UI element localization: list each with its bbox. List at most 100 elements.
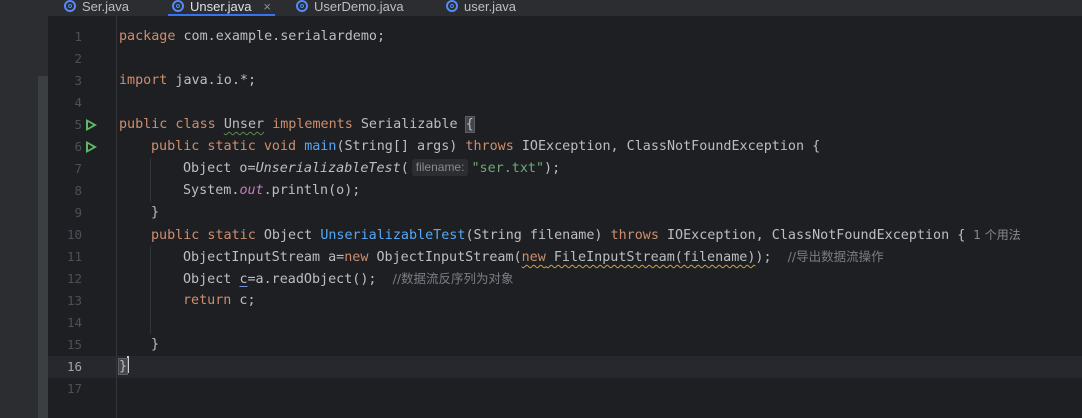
tab-label: user.java [464, 0, 517, 14]
code-token: Object [183, 272, 240, 287]
run-icon[interactable] [86, 141, 97, 153]
code-token: ObjectInputStream( [368, 250, 522, 265]
code-token: IOException, ClassNotFoundException { [521, 139, 821, 154]
code-token: throws [465, 139, 514, 154]
line-number: 17 [66, 381, 82, 396]
code-token: Object o= [183, 161, 256, 176]
editor-tab-bar: Ser.java Unser.java × UserDemo.java user… [48, 0, 1082, 16]
code-token: package [119, 29, 176, 44]
tab-ser-java[interactable]: Ser.java [64, 0, 129, 16]
parameter-hint: filename: [411, 159, 469, 176]
indent-guide [150, 158, 151, 202]
code-token: public class [119, 117, 216, 132]
close-icon[interactable]: × [263, 0, 271, 14]
run-icon[interactable] [86, 119, 97, 131]
code-line-3: import java.io.*; [119, 70, 256, 92]
code-token: throws [610, 228, 659, 243]
line-number: 7 [74, 161, 82, 176]
code-token: (String[] args) [336, 139, 458, 154]
code-line-7: Object o=UnserializableTest(filename: "se… [183, 158, 560, 180]
code-token: main [304, 139, 337, 154]
code-line-15: } [151, 334, 159, 356]
indent-guide [150, 246, 151, 334]
code-token: } [151, 205, 160, 220]
code-line-10: public static Object UnserializableTest(… [151, 224, 1021, 247]
code-token: ); [544, 161, 561, 176]
java-class-icon [296, 0, 308, 12]
code-token: FileInputStream(filename) [545, 250, 756, 265]
code-token: .println(o); [263, 183, 361, 198]
tab-label: Ser.java [82, 0, 129, 14]
line-number: 13 [66, 293, 82, 308]
code-token: (String filename) [465, 228, 603, 243]
line-number: 15 [66, 337, 82, 352]
tab-unser-java[interactable]: Unser.java × [168, 0, 276, 16]
code-token: ); [755, 250, 772, 265]
code-token: System. [183, 183, 240, 198]
code-token: UnserializableTest [320, 228, 466, 243]
code-token: IOException, ClassNotFoundException { [667, 228, 966, 243]
line-number: 2 [74, 51, 82, 66]
line-number: 3 [74, 73, 82, 88]
code-line-11: ObjectInputStream a=new ObjectInputStrea… [183, 246, 884, 269]
code-token: "ser.txt" [471, 161, 545, 176]
code-token: //导出数据流操作 [787, 249, 884, 264]
line-number: 4 [74, 95, 82, 110]
code-line-5: public class Unser implements Serializab… [119, 114, 475, 136]
code-line-13: return c; [183, 290, 256, 312]
text-cursor [127, 356, 130, 373]
scrollbar[interactable] [38, 76, 48, 418]
code-token: c; [231, 293, 256, 308]
code-token: public static void [151, 139, 297, 154]
code-line-8: System.out.println(o); [183, 180, 360, 202]
line-number: 6 [74, 139, 82, 154]
usages-hint[interactable]: 1 个用法 [973, 228, 1020, 242]
code-token: new FileInputStream(filename) [522, 250, 756, 265]
code-line-16: } [117, 356, 130, 378]
tab-userdemo-java[interactable]: UserDemo.java [296, 0, 404, 16]
code-line-12: Object c=a.readObject(); //数据流反序列为对象 [183, 268, 514, 291]
tab-label: Unser.java [190, 0, 252, 14]
tab-label: UserDemo.java [314, 0, 404, 14]
code-token: new [344, 250, 369, 265]
code-token: new [521, 250, 546, 265]
code-token: implements [272, 117, 353, 132]
code-line-1: package com.example.serialardemo; [119, 26, 385, 48]
current-line-highlight [48, 356, 1082, 378]
line-number: 16 [66, 359, 82, 374]
code-token: Object [255, 228, 321, 243]
gutter-divider [116, 16, 117, 418]
line-number: 14 [66, 315, 82, 330]
line-number: 8 [74, 183, 82, 198]
line-number: 12 [66, 271, 82, 286]
code-token: public static [151, 228, 256, 243]
code-token: out [239, 183, 264, 198]
code-line-9: } [151, 202, 159, 224]
code-token: import [119, 73, 168, 88]
tab-user-java[interactable]: user.java [446, 0, 516, 16]
code-token: Unser [223, 117, 265, 132]
code-token: c [239, 272, 248, 287]
code-line-6: public static void main(String[] args) t… [151, 136, 820, 158]
matched-brace: } [117, 358, 129, 375]
line-number: 5 [74, 117, 82, 132]
code-token: Serializable [360, 117, 458, 132]
code-token: ( [400, 161, 409, 176]
code-token: =a.readObject(); [247, 272, 377, 287]
code-token: ObjectInputStream a= [183, 250, 345, 265]
code-token: //数据流反序列为对象 [392, 271, 514, 286]
code-token: UnserializableTest [255, 161, 401, 176]
line-number: 9 [74, 205, 82, 220]
code-token: com.example.serialardemo; [175, 29, 386, 44]
line-number: 11 [66, 249, 82, 264]
java-class-icon [172, 0, 184, 12]
line-number: 10 [66, 227, 82, 242]
code-token: return [183, 293, 232, 308]
left-tool-strip [0, 0, 48, 418]
line-number: 1 [74, 29, 82, 44]
java-class-icon [64, 0, 76, 12]
java-class-icon [446, 0, 458, 12]
matched-brace: { [464, 116, 475, 133]
code-token: } [151, 337, 160, 352]
code-token: java.io.*; [167, 73, 257, 88]
